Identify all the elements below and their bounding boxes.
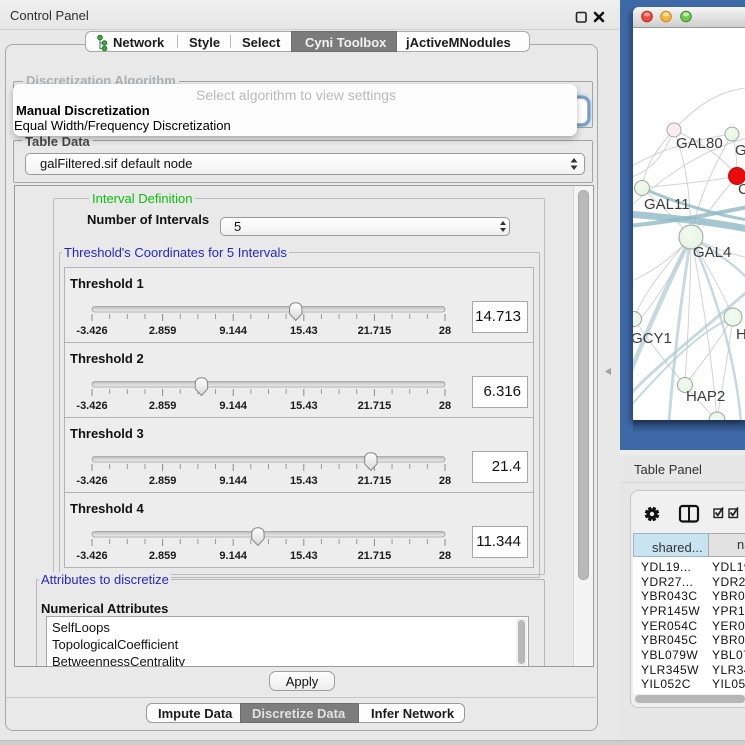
svg-text:21.715: 21.715 — [358, 325, 392, 337]
svg-text:-3.426: -3.426 — [76, 550, 107, 562]
svg-text:2.859: 2.859 — [149, 475, 177, 487]
svg-text:2.859: 2.859 — [149, 400, 177, 412]
svg-text:2.859: 2.859 — [149, 550, 177, 562]
svg-text:H: H — [736, 326, 745, 343]
svg-text:GAL80: GAL80 — [676, 135, 723, 152]
svg-text:9.144: 9.144 — [219, 550, 247, 562]
svg-text:GA: GA — [735, 142, 745, 159]
svg-text:15.43: 15.43 — [290, 400, 318, 412]
svg-text:21.715: 21.715 — [358, 550, 392, 562]
svg-text:28: 28 — [439, 475, 451, 487]
svg-text:9.144: 9.144 — [219, 400, 247, 412]
svg-text:2.859: 2.859 — [149, 325, 177, 337]
svg-text:GAL4: GAL4 — [693, 244, 731, 261]
svg-text:28: 28 — [439, 325, 451, 337]
svg-text:15.43: 15.43 — [290, 550, 318, 562]
svg-text:-3.426: -3.426 — [76, 325, 107, 337]
svg-text:GCY1: GCY1 — [633, 330, 672, 347]
svg-text:HAP2: HAP2 — [686, 388, 725, 405]
svg-text:21.715: 21.715 — [358, 400, 392, 412]
svg-text:C: C — [738, 181, 745, 198]
svg-text:28: 28 — [439, 550, 451, 562]
svg-text:21.715: 21.715 — [358, 475, 392, 487]
svg-text:9.144: 9.144 — [219, 325, 247, 337]
svg-text:-3.426: -3.426 — [76, 475, 107, 487]
svg-text:15.43: 15.43 — [290, 325, 318, 337]
svg-text:-3.426: -3.426 — [76, 400, 107, 412]
svg-text:15.43: 15.43 — [290, 475, 318, 487]
svg-text:GAL11: GAL11 — [644, 196, 690, 213]
svg-text:9.144: 9.144 — [219, 475, 247, 487]
svg-text:28: 28 — [439, 400, 451, 412]
